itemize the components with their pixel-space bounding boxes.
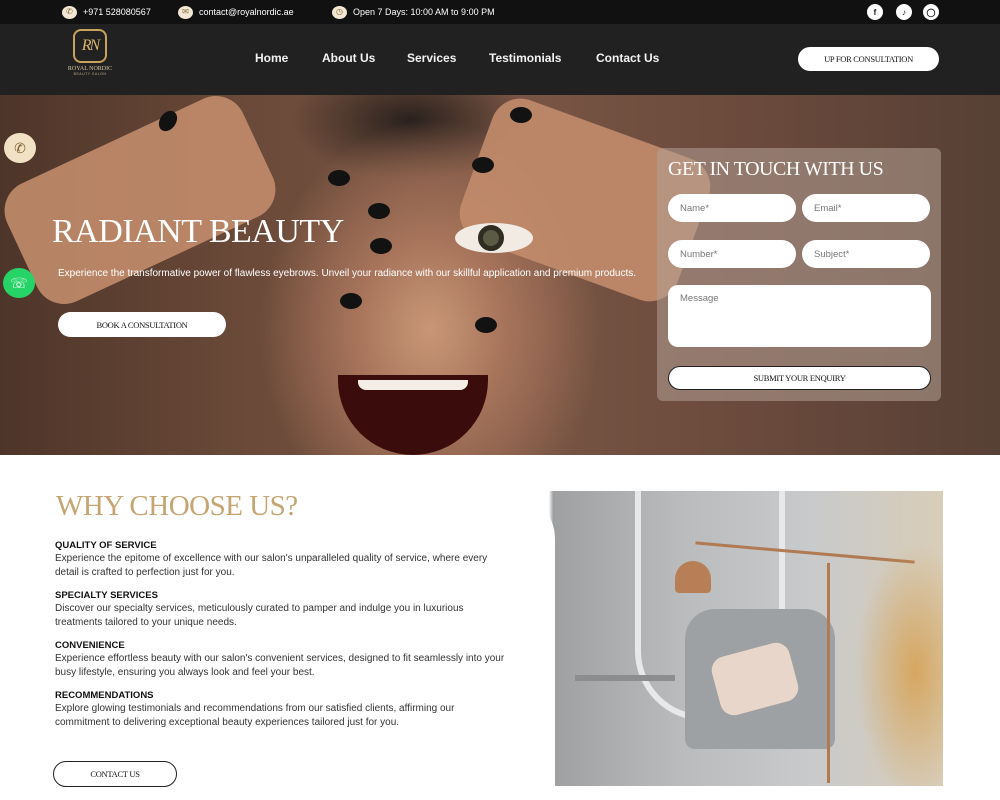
photo-light-glow: [855, 541, 943, 786]
hero-nail: [510, 107, 532, 123]
mail-icon: ✉: [178, 5, 193, 19]
consultation-button[interactable]: UP FOR CONSULTATION: [798, 47, 939, 71]
why-choose-us-title: WHY CHOOSE US?: [56, 490, 298, 522]
whatsapp-icon[interactable]: ☏: [3, 268, 35, 298]
hero-nail: [328, 170, 350, 186]
nav-testimonials[interactable]: Testimonials: [489, 51, 561, 65]
tiktok-icon[interactable]: ♪: [896, 4, 912, 20]
feature-text: Experience effortless beauty with our sa…: [55, 653, 505, 678]
topbar-email-text: contact@royalnordic.ae: [199, 7, 294, 17]
photo-side-table: [575, 675, 675, 681]
contact-us-button[interactable]: CONTACT US: [53, 761, 177, 787]
logo-monogram: RN: [73, 29, 107, 63]
nav-home[interactable]: Home: [255, 51, 288, 65]
facebook-icon[interactable]: f: [867, 4, 883, 20]
site-header: RN ROYAL NORDIC BEAUTY SALON Home About …: [0, 24, 1000, 95]
nav-contact-us[interactable]: Contact Us: [596, 51, 659, 65]
name-field[interactable]: [668, 194, 796, 222]
email-field[interactable]: [802, 194, 930, 222]
hero-description: Experience the transformative power of f…: [58, 268, 637, 279]
feature-heading: CONVENIENCE: [55, 640, 125, 651]
message-field[interactable]: [668, 285, 931, 347]
contact-form-title: GET IN TOUCH WITH US: [668, 158, 884, 180]
nav-about-us[interactable]: About Us: [322, 51, 375, 65]
feature-item: RECOMMENDATIONS Explore glowing testimon…: [55, 690, 505, 730]
feature-item: SPECIALTY SERVICES Discover our specialt…: [55, 590, 505, 630]
logo-subtitle: BEAUTY SALON: [73, 72, 107, 76]
feature-item: CONVENIENCE Experience effortless beauty…: [55, 640, 505, 680]
feature-item: QUALITY OF SERVICE Experience the epitom…: [55, 540, 505, 580]
topbar-phone-text: +971 528080567: [83, 7, 151, 17]
feature-text: Explore glowing testimonials and recomme…: [55, 703, 455, 728]
hero-nail: [340, 293, 362, 309]
topbar-email[interactable]: ✉ contact@royalnordic.ae: [178, 5, 294, 19]
feature-heading: SPECIALTY SERVICES: [55, 590, 158, 601]
subject-field[interactable]: [802, 240, 930, 268]
hero-nail: [370, 238, 392, 254]
submit-enquiry-button[interactable]: SUBMIT YOUR ENQUIRY: [668, 366, 931, 390]
topbar-hours-text: Open 7 Days: 10:00 AM to 9:00 PM: [353, 7, 495, 17]
number-field[interactable]: [668, 240, 796, 268]
feature-heading: QUALITY OF SERVICE: [55, 540, 157, 551]
hero-iris: [478, 225, 504, 251]
top-info-bar: ✆ +971 528080567 ✉ contact@royalnordic.a…: [0, 0, 1000, 24]
logo[interactable]: RN ROYAL NORDIC BEAUTY SALON: [62, 29, 118, 89]
hero-teeth: [358, 380, 468, 390]
clock-icon: ◷: [332, 5, 347, 19]
feature-heading: RECOMMENDATIONS: [55, 690, 154, 701]
hero-nail: [475, 317, 497, 333]
salon-interior-image: [505, 491, 943, 786]
hero-title: RADIANT BEAUTY: [52, 213, 344, 250]
photo-lamp-pole: [827, 563, 830, 783]
hero-nail: [368, 203, 390, 219]
topbar-hours: ◷ Open 7 Days: 10:00 AM to 9:00 PM: [332, 5, 495, 19]
instagram-icon[interactable]: ◯: [923, 4, 939, 20]
contact-form-panel: GET IN TOUCH WITH US SUBMIT YOUR ENQUIRY: [657, 148, 941, 401]
photo-lamp-shade: [675, 561, 711, 593]
book-consultation-button[interactable]: BOOK A CONSULTATION: [58, 312, 226, 337]
hero-hand-left: [0, 95, 286, 314]
nav-services[interactable]: Services: [407, 51, 456, 65]
feature-text: Discover our specialty services, meticul…: [55, 603, 464, 628]
hero-nail: [472, 157, 494, 173]
photo-curved-edge: [505, 491, 555, 786]
phone-icon: ✆: [62, 5, 77, 19]
feature-text: Experience the epitome of excellence wit…: [55, 553, 488, 578]
topbar-phone[interactable]: ✆ +971 528080567: [62, 5, 151, 19]
floating-phone-icon[interactable]: ✆: [4, 133, 36, 163]
